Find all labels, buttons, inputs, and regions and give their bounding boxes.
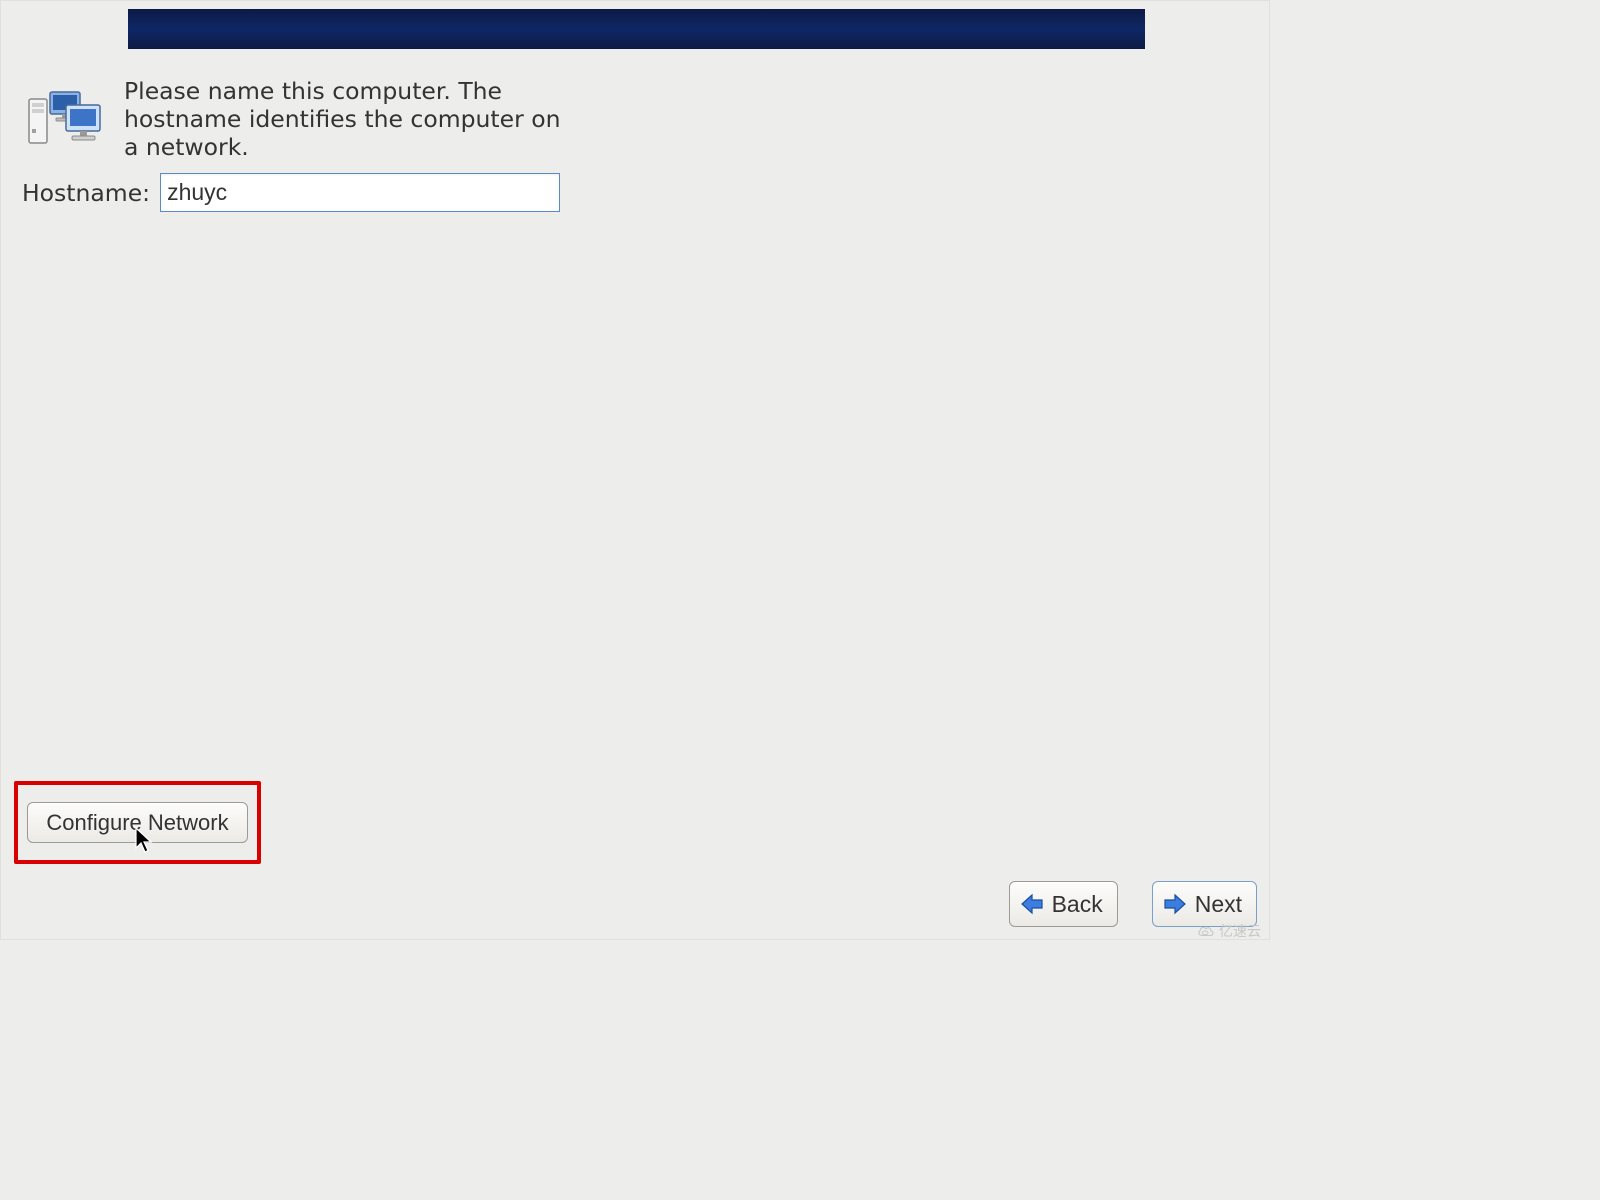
watermark: 亿速云 [1197,921,1261,941]
arrow-left-icon [1020,893,1044,915]
hostname-field-row: Hostname: [22,173,560,212]
hostname-label: Hostname: [22,179,150,207]
installer-wizard-window: Please name this computer. The hostname … [0,0,1270,940]
configure-network-highlight: Configure Network [14,781,261,864]
back-button[interactable]: Back [1009,881,1118,927]
network-computers-icon [26,89,104,149]
header-banner [128,9,1145,49]
arrow-right-icon [1163,893,1187,915]
configure-network-button[interactable]: Configure Network [27,802,247,843]
back-label: Back [1052,891,1103,918]
cloud-icon [1197,924,1215,938]
next-label: Next [1195,891,1242,918]
hostname-instruction-text: Please name this computer. The hostname … [124,77,564,162]
watermark-text: 亿速云 [1219,921,1261,941]
hostname-input[interactable] [160,173,560,212]
hostname-info-row: Please name this computer. The hostname … [26,77,564,162]
